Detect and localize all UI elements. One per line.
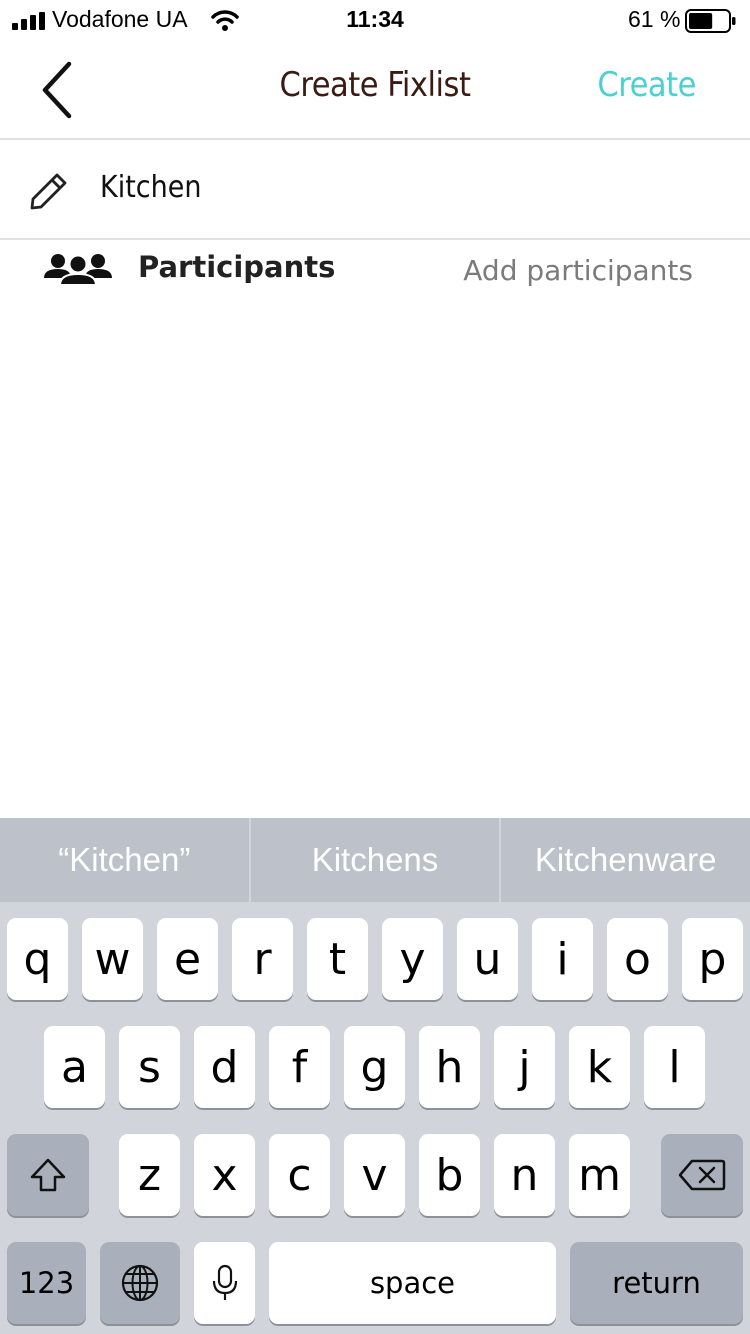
return-key[interactable]: return [570, 1242, 743, 1324]
microphone-key[interactable] [194, 1242, 255, 1324]
shift-icon [30, 1158, 66, 1192]
key-t[interactable]: t [307, 918, 368, 1000]
key-u[interactable]: u [457, 918, 518, 1000]
key-a[interactable]: a [44, 1026, 105, 1108]
key-k[interactable]: k [569, 1026, 630, 1108]
key-o[interactable]: o [607, 918, 668, 1000]
participants-label: Participants [138, 250, 336, 284]
keyboard: “Kitchen” Kitchens Kitchenware q w e r t… [0, 818, 750, 1334]
key-n[interactable]: n [494, 1134, 555, 1216]
key-r[interactable]: r [232, 918, 293, 1000]
navigation-bar: Create Fixlist Create [0, 40, 750, 140]
battery-icon [685, 9, 736, 33]
battery-percent: 61 % [628, 6, 681, 32]
key-j[interactable]: j [494, 1026, 555, 1108]
cellular-signal-icon [12, 12, 45, 30]
suggestion-3[interactable]: Kitchenware [501, 818, 750, 902]
key-c[interactable]: c [269, 1134, 330, 1216]
key-d[interactable]: d [194, 1026, 255, 1108]
status-bar: Vodafone UA 11:34 61 % [0, 0, 750, 40]
participants-row[interactable]: Participants Add participants [0, 240, 750, 302]
chevron-left-icon [42, 61, 72, 119]
pencil-icon [30, 173, 67, 210]
globe-key[interactable] [100, 1242, 180, 1324]
create-button[interactable]: Create [597, 65, 696, 105]
wifi-icon [211, 10, 239, 31]
key-b[interactable]: b [419, 1134, 480, 1216]
key-w[interactable]: w [82, 918, 143, 1000]
key-i[interactable]: i [532, 918, 593, 1000]
key-g[interactable]: g [344, 1026, 405, 1108]
key-s[interactable]: s [119, 1026, 180, 1108]
key-h[interactable]: h [419, 1026, 480, 1108]
backspace-icon [678, 1159, 726, 1191]
microphone-icon [212, 1264, 237, 1300]
backspace-key[interactable] [661, 1134, 743, 1216]
group-icon [44, 254, 112, 286]
space-key[interactable]: space [269, 1242, 556, 1324]
shift-key[interactable] [7, 1134, 89, 1216]
fixlist-name-row [0, 140, 750, 240]
key-z[interactable]: z [119, 1134, 180, 1216]
carrier-name: Vodafone UA [52, 6, 188, 32]
key-m[interactable]: m [569, 1134, 630, 1216]
add-participants-link[interactable]: Add participants [463, 254, 693, 287]
key-v[interactable]: v [344, 1134, 405, 1216]
back-button[interactable] [36, 58, 80, 122]
key-p[interactable]: p [682, 918, 743, 1000]
key-x[interactable]: x [194, 1134, 255, 1216]
globe-icon [121, 1264, 159, 1302]
suggestion-2[interactable]: Kitchens [251, 818, 500, 902]
key-e[interactable]: e [157, 918, 218, 1000]
key-f[interactable]: f [269, 1026, 330, 1108]
key-l[interactable]: l [644, 1026, 705, 1108]
suggestion-1[interactable]: “Kitchen” [0, 818, 249, 902]
numbers-key[interactable]: 123 [7, 1242, 86, 1324]
suggestion-bar: “Kitchen” Kitchens Kitchenware [0, 818, 750, 902]
key-y[interactable]: y [382, 918, 443, 1000]
key-q[interactable]: q [7, 918, 68, 1000]
fixlist-name-input[interactable] [100, 166, 700, 208]
